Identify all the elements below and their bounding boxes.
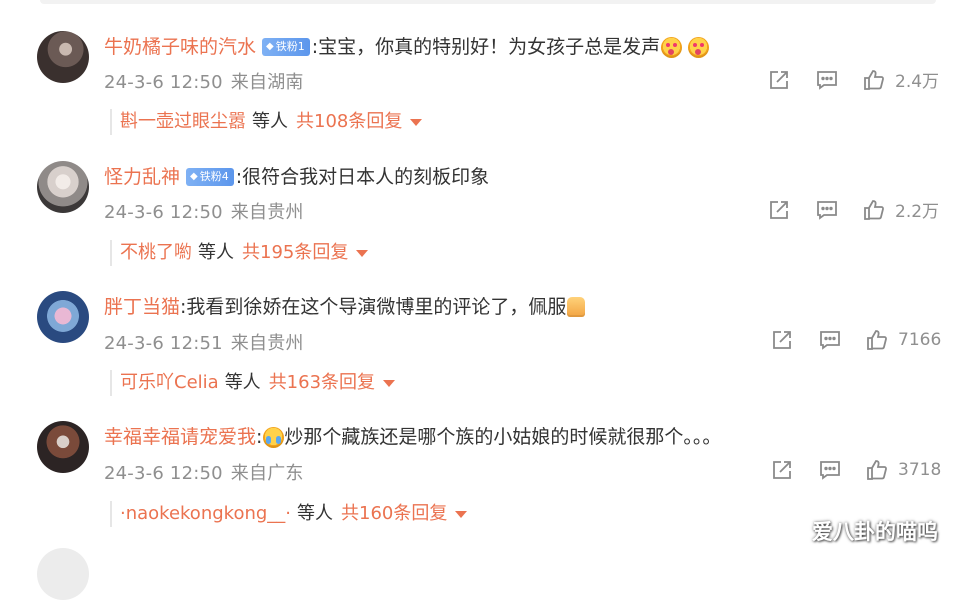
comment-location: 来自湖南 bbox=[230, 72, 304, 93]
avatar[interactable] bbox=[37, 31, 89, 83]
like-count: 7166 bbox=[898, 330, 942, 350]
comment-actions: 3718 bbox=[770, 458, 941, 482]
like-icon[interactable] bbox=[862, 198, 886, 222]
comment-location: 来自贵州 bbox=[230, 333, 304, 354]
comment-actions: 2.2万 bbox=[767, 197, 939, 222]
comment-colon: : bbox=[256, 426, 263, 448]
reply-username[interactable]: 可乐吖Celia bbox=[120, 370, 219, 396]
reply-summary[interactable]: 不桃了喲 等人 共195条回复 bbox=[110, 240, 369, 266]
reply-username[interactable]: ·naokekongkong__· bbox=[120, 501, 291, 527]
reply-count-link[interactable]: 共108条回复 bbox=[296, 109, 402, 135]
comment-location: 来自广东 bbox=[230, 463, 304, 484]
like-count: 2.4万 bbox=[895, 72, 940, 92]
reply-others-label: 等人 bbox=[224, 372, 261, 393]
comment-meta: 24-3-6 12:50 来自湖南 bbox=[104, 68, 304, 94]
comment-text: :我看到徐娇在这个导演微博里的评论了，佩服 bbox=[180, 296, 567, 318]
chevron-down-icon[interactable] bbox=[356, 249, 369, 257]
reply-summary[interactable]: 可乐吖Celia 等人 共163条回复 bbox=[110, 370, 396, 396]
comment-actions: 2.4万 bbox=[767, 67, 939, 92]
comment-time: 24-3-6 12:50 bbox=[104, 463, 223, 484]
comment-location: 来自贵州 bbox=[230, 202, 304, 223]
thumbs-up-emoji bbox=[567, 297, 586, 317]
comment-icon[interactable] bbox=[815, 68, 839, 92]
love-face-emoji bbox=[661, 36, 683, 58]
comment-meta: 24-3-6 12:51 来自贵州 bbox=[104, 329, 304, 355]
like-icon[interactable] bbox=[865, 458, 889, 482]
comment-meta: 24-3-6 12:50 来自广东 bbox=[104, 459, 304, 485]
reply-count-link[interactable]: 共160条回复 bbox=[341, 501, 447, 527]
reply-username[interactable]: 不桃了喲 bbox=[120, 240, 192, 266]
fan-badge[interactable]: ◆ 铁粉4 bbox=[186, 168, 234, 186]
diamond-icon: ◆ bbox=[190, 171, 198, 182]
like-icon[interactable] bbox=[862, 68, 886, 92]
comment-line: 胖丁当猫 :我看到徐娇在这个导演微博里的评论了，佩服 bbox=[104, 292, 586, 322]
comment-line: 幸福幸福请宠爱我 : 炒那个藏族还是哪个族的小姑娘的时候就很那个。。。 bbox=[104, 422, 721, 452]
chevron-down-icon[interactable] bbox=[455, 510, 468, 518]
reply-summary[interactable]: ·naokekongkong__· 等人 共160条回复 bbox=[110, 501, 468, 527]
avatar[interactable] bbox=[37, 421, 89, 473]
username[interactable]: 幸福幸福请宠爱我 bbox=[104, 422, 256, 452]
comment-icon[interactable] bbox=[818, 328, 842, 352]
love-face-emoji bbox=[688, 36, 710, 58]
comment-text: 炒那个藏族还是哪个族的小姑娘的时候就很那个。。。 bbox=[284, 426, 722, 448]
comment-time: 24-3-6 12:50 bbox=[104, 202, 223, 223]
avatar[interactable] bbox=[37, 291, 89, 343]
username[interactable]: 怪力乱神 bbox=[104, 162, 180, 192]
like-icon[interactable] bbox=[865, 328, 889, 352]
share-icon[interactable] bbox=[770, 458, 794, 482]
reply-others-label: 等人 bbox=[297, 503, 334, 524]
comment-time: 24-3-6 12:50 bbox=[104, 72, 223, 93]
reply-summary[interactable]: 斟一壶过眼尘嚣 等人 共108条回复 bbox=[110, 109, 423, 135]
comment-text: :很符合我对日本人的刻板印象 bbox=[235, 166, 490, 188]
reply-others-label: 等人 bbox=[198, 242, 234, 263]
username[interactable]: 牛奶橘子味的汽水 bbox=[104, 32, 256, 62]
diamond-icon: ◆ bbox=[266, 41, 274, 52]
share-icon[interactable] bbox=[767, 68, 791, 92]
comment-text: :宝宝，你真的特别好！为女孩子总是发声 bbox=[311, 36, 661, 58]
reply-count-link[interactable]: 共163条回复 bbox=[269, 370, 375, 396]
crying-face-emoji bbox=[263, 426, 285, 448]
chevron-down-icon[interactable] bbox=[383, 379, 396, 387]
username[interactable]: 胖丁当猫 bbox=[104, 292, 180, 322]
comment-line: 牛奶橘子味的汽水 ◆ 铁粉1 :宝宝，你真的特别好！为女孩子总是发声 bbox=[104, 32, 710, 62]
like-count: 2.2万 bbox=[895, 202, 940, 222]
watermark: 爱八卦的喵呜 bbox=[812, 520, 938, 544]
comment-meta: 24-3-6 12:50 来自贵州 bbox=[104, 198, 304, 224]
reply-count-link[interactable]: 共195条回复 bbox=[242, 240, 348, 266]
comment-actions: 7166 bbox=[770, 328, 941, 352]
comment-icon[interactable] bbox=[815, 198, 839, 222]
share-icon[interactable] bbox=[770, 328, 794, 352]
reply-others-label: 等人 bbox=[252, 111, 288, 132]
fan-badge[interactable]: ◆ 铁粉1 bbox=[262, 38, 310, 56]
like-count: 3718 bbox=[898, 460, 942, 480]
share-icon[interactable] bbox=[767, 198, 791, 222]
comment-icon[interactable] bbox=[818, 458, 842, 482]
avatar[interactable] bbox=[37, 161, 89, 213]
previous-section-bar bbox=[40, 0, 936, 4]
comment-line: 怪力乱神 ◆ 铁粉4 :很符合我对日本人的刻板印象 bbox=[104, 162, 489, 192]
comment-time: 24-3-6 12:51 bbox=[104, 333, 223, 354]
avatar[interactable] bbox=[37, 548, 89, 600]
chevron-down-icon[interactable] bbox=[410, 118, 423, 126]
reply-username[interactable]: 斟一壶过眼尘嚣 bbox=[120, 109, 246, 135]
